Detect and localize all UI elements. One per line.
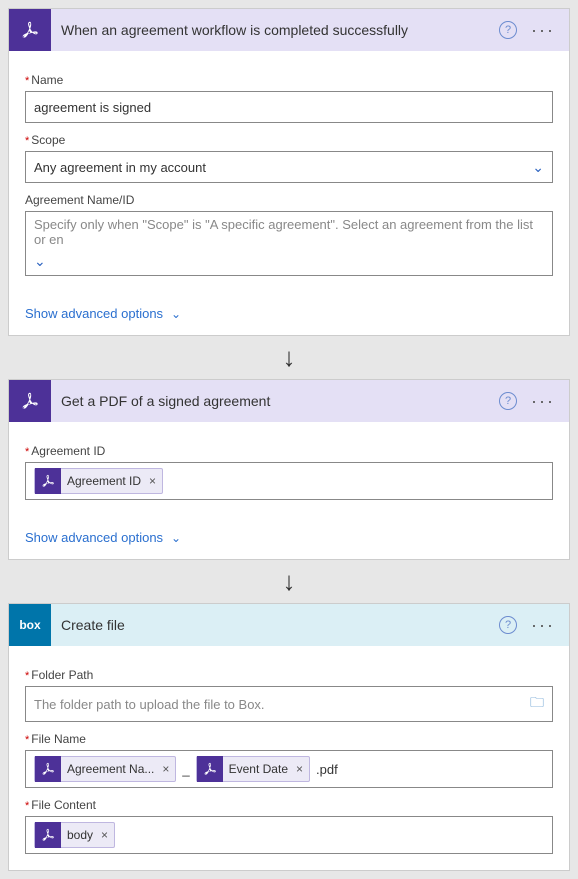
token-remove-icon[interactable]: ×	[160, 762, 169, 776]
adobe-sign-icon	[35, 756, 61, 782]
flow-arrow-icon: ↓	[8, 560, 570, 603]
token-agreement-id[interactable]: Agreement ID ×	[34, 468, 163, 494]
name-label: Name	[25, 73, 553, 87]
trigger-title: When an agreement workflow is completed …	[61, 22, 489, 38]
action-pdf-body: Agreement ID Agreement ID ×	[9, 422, 569, 516]
action-pdf-header[interactable]: Get a PDF of a signed agreement ? ···	[9, 380, 569, 422]
show-advanced-link[interactable]: Show advanced options ⌄	[9, 292, 569, 335]
action-box-body: Folder Path The folder path to upload th…	[9, 646, 569, 870]
folder-picker-icon[interactable]: 🗀	[530, 692, 544, 716]
token-event-date[interactable]: Event Date ×	[196, 756, 310, 782]
adobe-sign-icon	[35, 822, 61, 848]
more-icon[interactable]: ···	[527, 615, 559, 636]
chevron-down-icon: ⌄	[34, 253, 46, 270]
trigger-card: When an agreement workflow is completed …	[8, 8, 570, 336]
action-box-card: box Create file ? ··· Folder Path The fo…	[8, 603, 570, 871]
token-body[interactable]: body ×	[34, 822, 115, 848]
help-icon[interactable]: ?	[499, 392, 517, 410]
action-box-header[interactable]: box Create file ? ···	[9, 604, 569, 646]
file-name-input[interactable]: Agreement Na... × _ Event Date × .pdf	[25, 750, 553, 788]
show-advanced-link[interactable]: Show advanced options ⌄	[9, 516, 569, 559]
agreement-name-select[interactable]: Specify only when "Scope" is "A specific…	[25, 211, 553, 276]
box-icon: box	[9, 604, 51, 646]
scope-select[interactable]: Any agreement in my account ⌄	[25, 151, 553, 183]
folder-path-label: Folder Path	[25, 668, 553, 682]
name-input[interactable]: agreement is signed	[25, 91, 553, 123]
token-remove-icon[interactable]: ×	[147, 474, 156, 488]
filename-suffix: .pdf	[316, 762, 338, 777]
agreement-id-label: Agreement ID	[25, 444, 553, 458]
action-pdf-card: Get a PDF of a signed agreement ? ··· Ag…	[8, 379, 570, 560]
scope-label: Scope	[25, 133, 553, 147]
help-icon[interactable]: ?	[499, 616, 517, 634]
token-remove-icon[interactable]: ×	[99, 828, 108, 842]
file-content-label: File Content	[25, 798, 553, 812]
adobe-sign-icon	[9, 9, 51, 51]
file-content-input[interactable]: body ×	[25, 816, 553, 854]
action-pdf-title: Get a PDF of a signed agreement	[61, 393, 489, 409]
trigger-header[interactable]: When an agreement workflow is completed …	[9, 9, 569, 51]
agreement-name-label: Agreement Name/ID	[25, 193, 553, 207]
file-name-label: File Name	[25, 732, 553, 746]
chevron-down-icon: ⌄	[532, 159, 544, 176]
token-agreement-name[interactable]: Agreement Na... ×	[34, 756, 176, 782]
more-icon[interactable]: ···	[527, 391, 559, 412]
chevron-down-icon: ⌄	[171, 531, 181, 545]
folder-path-input[interactable]: The folder path to upload the file to Bo…	[25, 686, 553, 722]
action-box-title: Create file	[61, 617, 489, 633]
more-icon[interactable]: ···	[527, 20, 559, 41]
help-icon[interactable]: ?	[499, 21, 517, 39]
adobe-sign-icon	[197, 756, 223, 782]
filename-separator: _	[182, 762, 189, 777]
adobe-sign-icon	[35, 468, 61, 494]
agreement-id-input[interactable]: Agreement ID ×	[25, 462, 553, 500]
trigger-body: Name agreement is signed Scope Any agree…	[9, 51, 569, 292]
adobe-sign-icon	[9, 380, 51, 422]
flow-arrow-icon: ↓	[8, 336, 570, 379]
chevron-down-icon: ⌄	[171, 307, 181, 321]
token-remove-icon[interactable]: ×	[294, 762, 303, 776]
